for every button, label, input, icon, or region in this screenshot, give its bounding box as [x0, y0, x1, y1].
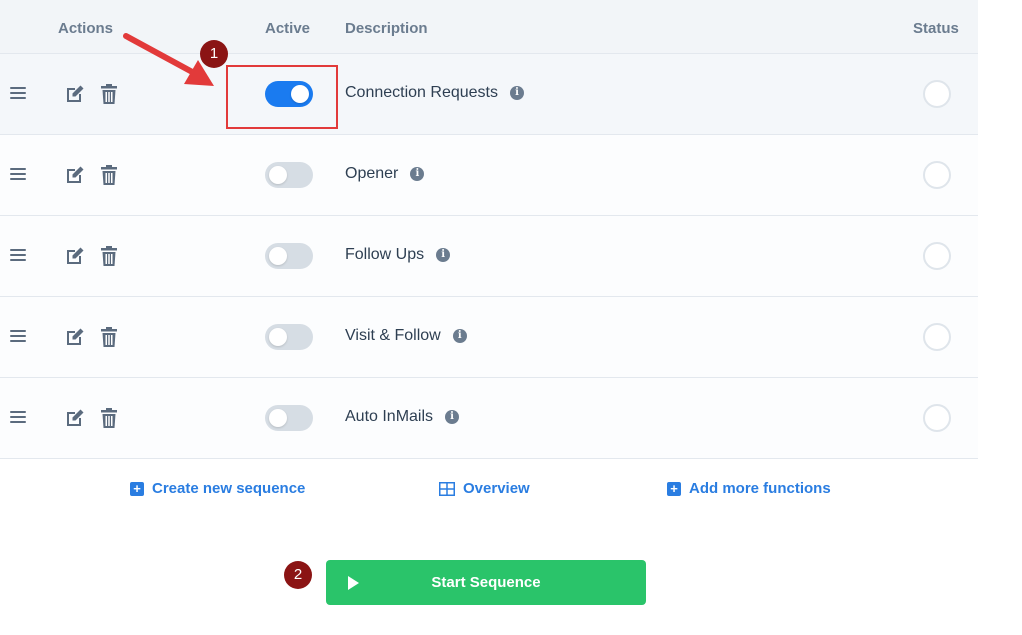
edit-icon[interactable] [64, 164, 86, 186]
description-text: Connection Requests [345, 84, 498, 101]
description-text: Visit & Follow [345, 327, 441, 344]
row-description: Connection Requests i [345, 84, 524, 102]
drag-handle-icon[interactable] [10, 87, 26, 101]
active-toggle[interactable] [265, 162, 313, 188]
drag-handle-icon[interactable] [10, 168, 26, 182]
info-icon[interactable]: i [509, 86, 524, 100]
highlight-box [226, 65, 338, 129]
status-indicator [923, 242, 951, 270]
edit-icon[interactable] [64, 326, 86, 348]
step-badge-1: 1 [200, 40, 228, 68]
table-row: Visit & Follow i [0, 297, 978, 378]
create-new-sequence-link[interactable]: + Create new sequence [130, 480, 305, 497]
active-toggle[interactable] [265, 243, 313, 269]
plus-square-icon: + [130, 481, 144, 496]
column-header-active: Active [265, 20, 311, 37]
trash-icon[interactable] [99, 83, 119, 105]
drag-handle-icon[interactable] [10, 411, 26, 425]
action-links: + Create new sequence Overview + Add mor… [0, 480, 978, 502]
info-icon[interactable]: i [410, 167, 425, 181]
toggle-knob [269, 328, 287, 346]
column-header-status: Status [913, 20, 959, 37]
drag-handle-icon[interactable] [10, 330, 26, 344]
add-more-functions-link[interactable]: + Add more functions [667, 480, 831, 497]
overview-link[interactable]: Overview [439, 480, 530, 497]
status-indicator [923, 404, 951, 432]
toggle-knob [269, 409, 287, 427]
column-header-description: Description [345, 20, 428, 37]
trash-icon[interactable] [99, 326, 119, 348]
description-text: Follow Ups [345, 246, 425, 263]
info-icon[interactable]: i [445, 410, 460, 424]
status-indicator [923, 161, 951, 189]
description-text: Opener [345, 165, 399, 182]
info-icon[interactable]: i [452, 329, 467, 343]
edit-icon[interactable] [64, 83, 86, 105]
start-sequence-label: Start Sequence [431, 574, 541, 591]
table-row: Follow Ups i [0, 216, 978, 297]
trash-icon[interactable] [99, 407, 119, 429]
table-row: Auto InMails i [0, 378, 978, 459]
column-header-actions: Actions [58, 20, 114, 37]
toggle-knob [269, 166, 287, 184]
trash-icon[interactable] [99, 164, 119, 186]
row-description: Auto InMails i [345, 408, 460, 426]
plus-square-icon: + [667, 481, 681, 496]
info-icon[interactable]: i [436, 248, 451, 262]
drag-handle-icon[interactable] [10, 249, 26, 263]
row-description: Visit & Follow i [345, 327, 467, 345]
overview-label: Overview [463, 480, 530, 497]
trash-icon[interactable] [99, 245, 119, 267]
add-more-functions-label: Add more functions [689, 480, 831, 497]
edit-icon[interactable] [64, 245, 86, 267]
create-new-sequence-label: Create new sequence [152, 480, 306, 497]
edit-icon[interactable] [64, 407, 86, 429]
description-text: Auto InMails [345, 408, 434, 425]
start-sequence-button[interactable]: Start Sequence [326, 560, 646, 605]
step-badge-2: 2 [284, 561, 312, 589]
status-indicator [923, 80, 951, 108]
table-row: Opener i [0, 135, 978, 216]
toggle-knob [269, 247, 287, 265]
active-toggle[interactable] [265, 405, 313, 431]
grid-icon [439, 481, 455, 496]
status-indicator [923, 323, 951, 351]
row-description: Opener i [345, 165, 425, 183]
row-description: Follow Ups i [345, 246, 451, 264]
active-toggle[interactable] [265, 324, 313, 350]
